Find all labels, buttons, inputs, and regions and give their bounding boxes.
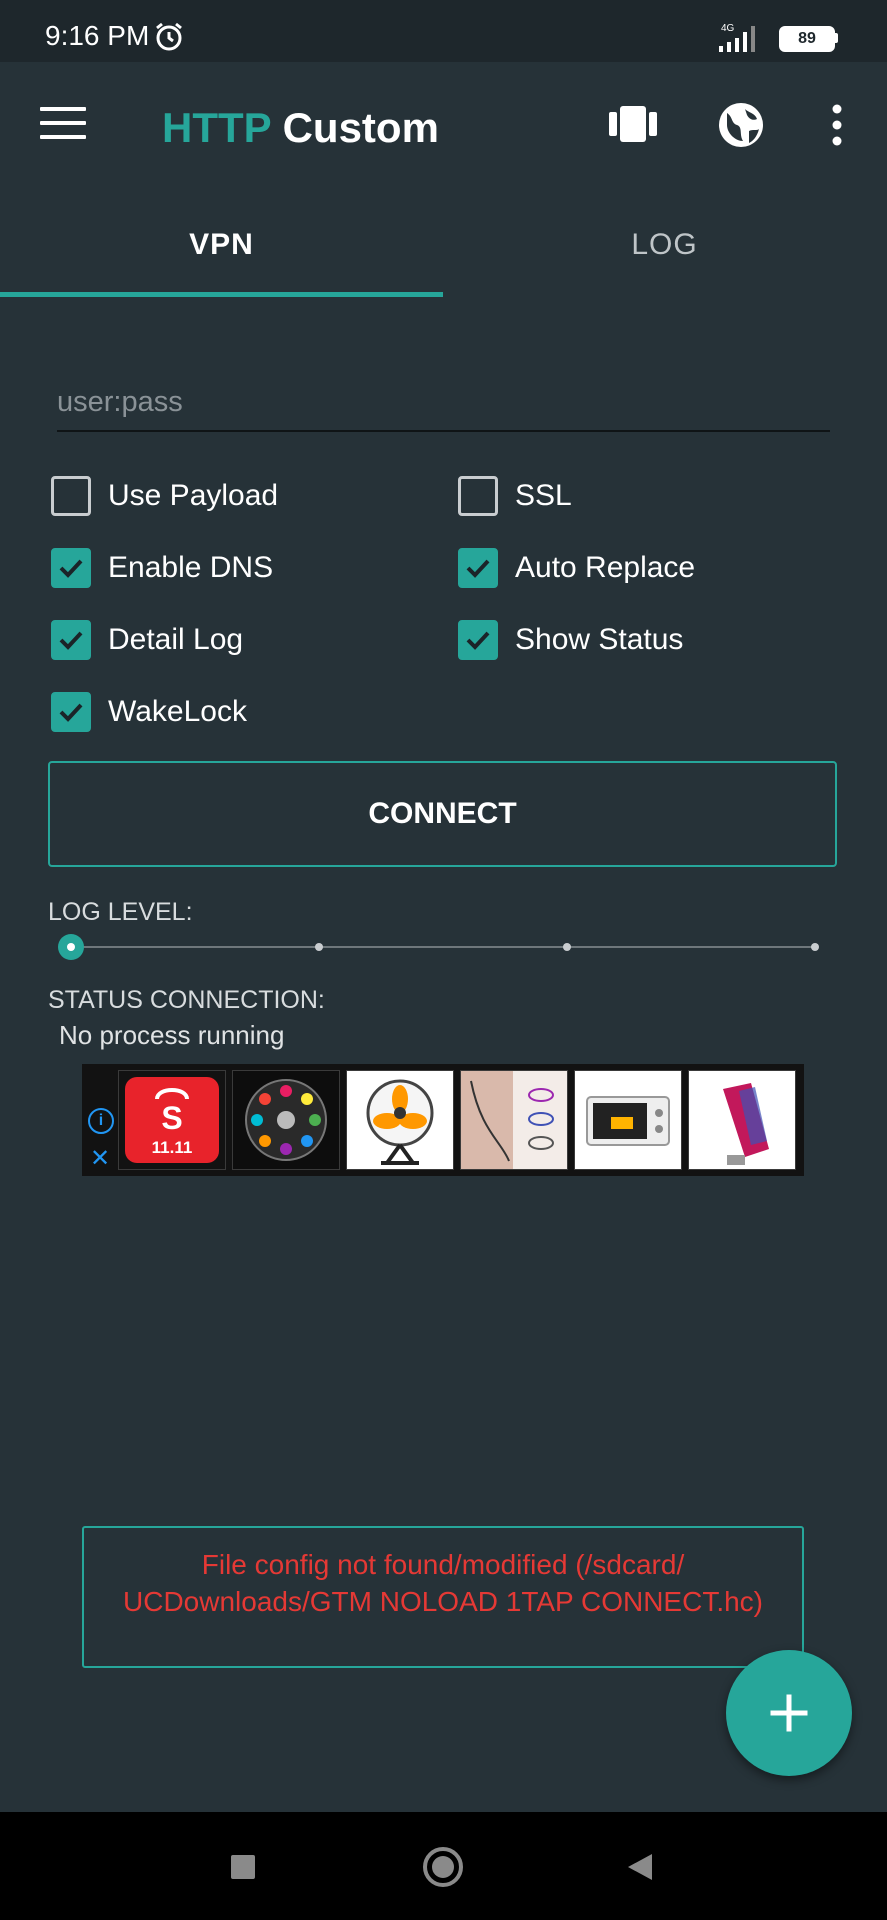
recents-icon[interactable]: [230, 1854, 256, 1880]
checkbox-auto-replace[interactable]: Auto Replace: [458, 546, 695, 590]
slider-thumb[interactable]: [58, 934, 84, 960]
ad-product-shopee[interactable]: S 11.11: [118, 1070, 226, 1170]
checkbox-label: SSL: [515, 479, 572, 512]
checkbox-label: Show Status: [515, 623, 684, 656]
tab-log[interactable]: LOG: [443, 205, 886, 297]
battery-icon: 89: [779, 26, 835, 52]
check-icon: [466, 559, 490, 578]
slider-tick: [315, 943, 323, 951]
alarm-icon: [156, 22, 182, 51]
auth-input[interactable]: [57, 380, 830, 424]
status-time: 9:16 PM: [45, 20, 150, 51]
checkbox-box[interactable]: [51, 548, 91, 588]
checkbox-wakelock[interactable]: WakeLock: [51, 690, 247, 734]
title-main: Custom: [282, 104, 439, 151]
shopee-badge-text: 11.11: [152, 1138, 193, 1157]
tab-bar: VPN LOG: [0, 205, 887, 297]
app-title: HTTP Custom: [162, 104, 439, 152]
check-icon: [59, 559, 83, 578]
status-connection-label: STATUS CONNECTION:: [48, 986, 325, 1014]
globe-icon[interactable]: [717, 101, 765, 149]
product-image: [575, 1071, 681, 1169]
slider-tick: [811, 943, 819, 951]
tab-vpn[interactable]: VPN: [0, 205, 443, 297]
home-icon[interactable]: [422, 1846, 464, 1888]
check-icon: [466, 631, 490, 650]
checkbox-label: WakeLock: [108, 695, 247, 728]
back-icon[interactable]: [626, 1852, 654, 1882]
log-level-label: LOG LEVEL:: [48, 898, 193, 926]
checkbox-enable-dns[interactable]: Enable DNS: [51, 546, 273, 590]
check-icon: [59, 631, 83, 650]
system-nav-bar: [0, 1812, 887, 1920]
ad-product-oven[interactable]: [574, 1070, 682, 1170]
check-icon: [59, 703, 83, 722]
checkbox-box[interactable]: [458, 620, 498, 660]
product-image: [689, 1071, 795, 1169]
checkbox-detail-log[interactable]: Detail Log: [51, 618, 243, 662]
menu-button[interactable]: [40, 107, 86, 139]
tab-indicator: [0, 292, 443, 297]
ad-product-necklace[interactable]: [460, 1070, 568, 1170]
connect-button[interactable]: CONNECT: [48, 761, 837, 867]
ad-product-charger[interactable]: [688, 1070, 796, 1170]
product-image: [233, 1071, 339, 1169]
checkbox-label: Enable DNS: [108, 551, 274, 584]
status-connection-value: No process running: [59, 1020, 285, 1050]
ad-info-icon[interactable]: i: [88, 1108, 114, 1134]
checkbox-label: Auto Replace: [515, 551, 696, 584]
ad-close-icon[interactable]: ✕: [90, 1144, 110, 1173]
signal-icon: 4G: [719, 23, 755, 52]
error-message: File config not found/modified (/sdcard/…: [82, 1526, 804, 1668]
ad-product-fan[interactable]: [346, 1070, 454, 1170]
checkbox-box[interactable]: [51, 692, 91, 732]
plus-icon: [770, 1694, 808, 1732]
checkbox-box[interactable]: [51, 476, 91, 516]
checkbox-show-status[interactable]: Show Status: [458, 618, 683, 662]
checkbox-box[interactable]: [458, 476, 498, 516]
svg-text:S: S: [161, 1100, 182, 1136]
product-image: [461, 1071, 567, 1169]
add-fab-button[interactable]: [726, 1650, 852, 1776]
servers-icon[interactable]: [609, 106, 657, 142]
product-image: [347, 1071, 453, 1169]
checkbox-label: Use Payload: [108, 479, 279, 512]
log-level-slider[interactable]: [71, 946, 815, 948]
ad-product-beads[interactable]: [232, 1070, 340, 1170]
checkbox-ssl[interactable]: SSL: [458, 474, 572, 518]
more-options-icon[interactable]: [830, 104, 844, 146]
checkbox-box[interactable]: [458, 548, 498, 588]
network-type-label: 4G: [721, 23, 735, 34]
checkbox-box[interactable]: [51, 620, 91, 660]
checkbox-use-payload[interactable]: Use Payload: [51, 474, 278, 518]
slider-tick: [563, 943, 571, 951]
shopee-bag-icon: S 11.11: [119, 1071, 225, 1169]
title-accent: HTTP: [162, 104, 271, 151]
checkbox-label: Detail Log: [108, 623, 244, 656]
ad-banner[interactable]: i ✕ S 11.11: [82, 1064, 804, 1176]
status-bar: 9:16 PM 4G 89: [0, 0, 887, 62]
auth-input-wrapper: [57, 380, 830, 432]
battery-tip: [834, 33, 838, 43]
